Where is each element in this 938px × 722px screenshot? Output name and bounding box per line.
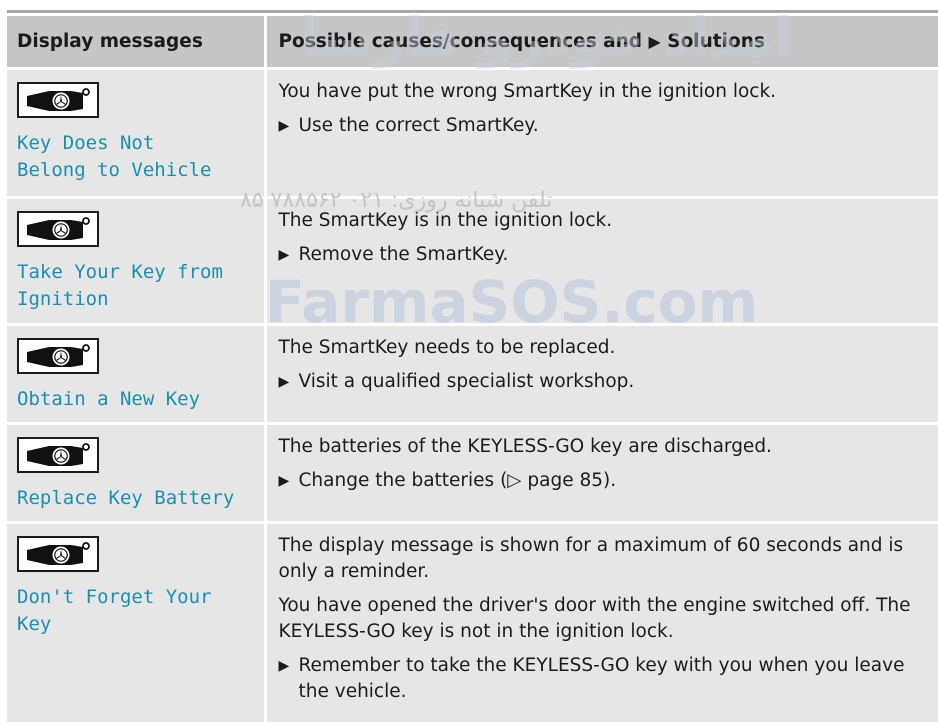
message-cell: Key Does Not Belong to Vehicle (7, 69, 265, 198)
solution-arrow-icon: ▶ (649, 32, 661, 51)
step-text: Remove the SmartKey. (299, 242, 509, 268)
table-row: Don't Forget Your Key The display messag… (7, 523, 938, 722)
table-header-row: Display messages Possible causes/consequ… (7, 16, 938, 69)
step-bullet-icon: ▶ (279, 653, 299, 705)
step-bullet-icon: ▶ (279, 113, 299, 139)
step-bullet-icon: ▶ (279, 369, 299, 395)
solution-cell: The SmartKey is in the ignition lock. ▶R… (265, 198, 938, 325)
header-causes-solutions: Possible causes/consequences and ▶ Solut… (265, 16, 938, 69)
table-row: Take Your Key from Ignition The SmartKey… (7, 198, 938, 325)
table-row: Replace Key Battery The batteries of the… (7, 424, 938, 523)
smartkey-icon (17, 82, 99, 118)
cause-text: You have opened the driver's door with t… (279, 593, 931, 645)
solution-step: ▶Remove the SmartKey. (279, 242, 931, 268)
header-causes-text: Possible causes/consequences and (279, 31, 649, 52)
display-message-text: Replace Key Battery (17, 485, 264, 512)
cause-text: The batteries of the KEYLESS-GO key are … (279, 434, 931, 460)
solution-cell: You have put the wrong SmartKey in the i… (265, 69, 938, 198)
step-bullet-icon: ▶ (279, 242, 299, 268)
smartkey-icon (17, 536, 99, 572)
message-cell: Take Your Key from Ignition (7, 198, 265, 325)
display-message-text: Don't Forget Your Key (17, 584, 264, 638)
table-row: Key Does Not Belong to Vehicle You have … (7, 69, 938, 198)
step-text: Change the batteries (▷ page 85). (299, 468, 617, 494)
solution-cell: The SmartKey needs to be replaced. ▶Visi… (265, 325, 938, 424)
display-message-text: Key Does Not Belong to Vehicle (17, 130, 264, 184)
cause-text: The SmartKey needs to be replaced. (279, 335, 931, 361)
cause-text: The display message is shown for a maxim… (279, 533, 931, 585)
display-message-text: Take Your Key from Ignition (17, 259, 264, 313)
solution-step: ▶Remember to take the KEYLESS-GO key wit… (279, 653, 931, 705)
step-text: Remember to take the KEYLESS-GO key with… (299, 653, 931, 705)
solution-step: ▶Visit a qualified specialist workshop. (279, 369, 931, 395)
table-row: Obtain a New Key The SmartKey needs to b… (7, 325, 938, 424)
step-bullet-icon: ▶ (279, 468, 299, 494)
solution-cell: The display message is shown for a maxim… (265, 523, 938, 722)
smartkey-icon (17, 211, 99, 247)
message-cell: Replace Key Battery (7, 424, 265, 523)
header-solutions-text: Solutions (661, 31, 765, 52)
smartkey-icon (17, 338, 99, 374)
header-display-messages: Display messages (7, 16, 265, 69)
cause-text: You have put the wrong SmartKey in the i… (279, 79, 931, 105)
message-cell: Obtain a New Key (7, 325, 265, 424)
solution-step: ▶Change the batteries (▷ page 85). (279, 468, 931, 494)
solution-cell: The batteries of the KEYLESS-GO key are … (265, 424, 938, 523)
display-message-text: Obtain a New Key (17, 386, 264, 413)
step-text: Use the correct SmartKey. (299, 113, 539, 139)
step-text: Visit a qualified specialist workshop. (299, 369, 635, 395)
smartkey-icon (17, 437, 99, 473)
solution-step: ▶Use the correct SmartKey. (279, 113, 931, 139)
top-rule (7, 10, 938, 13)
cause-text: The SmartKey is in the ignition lock. (279, 208, 931, 234)
message-cell: Don't Forget Your Key (7, 523, 265, 722)
display-messages-table: Display messages Possible causes/consequ… (7, 16, 938, 722)
